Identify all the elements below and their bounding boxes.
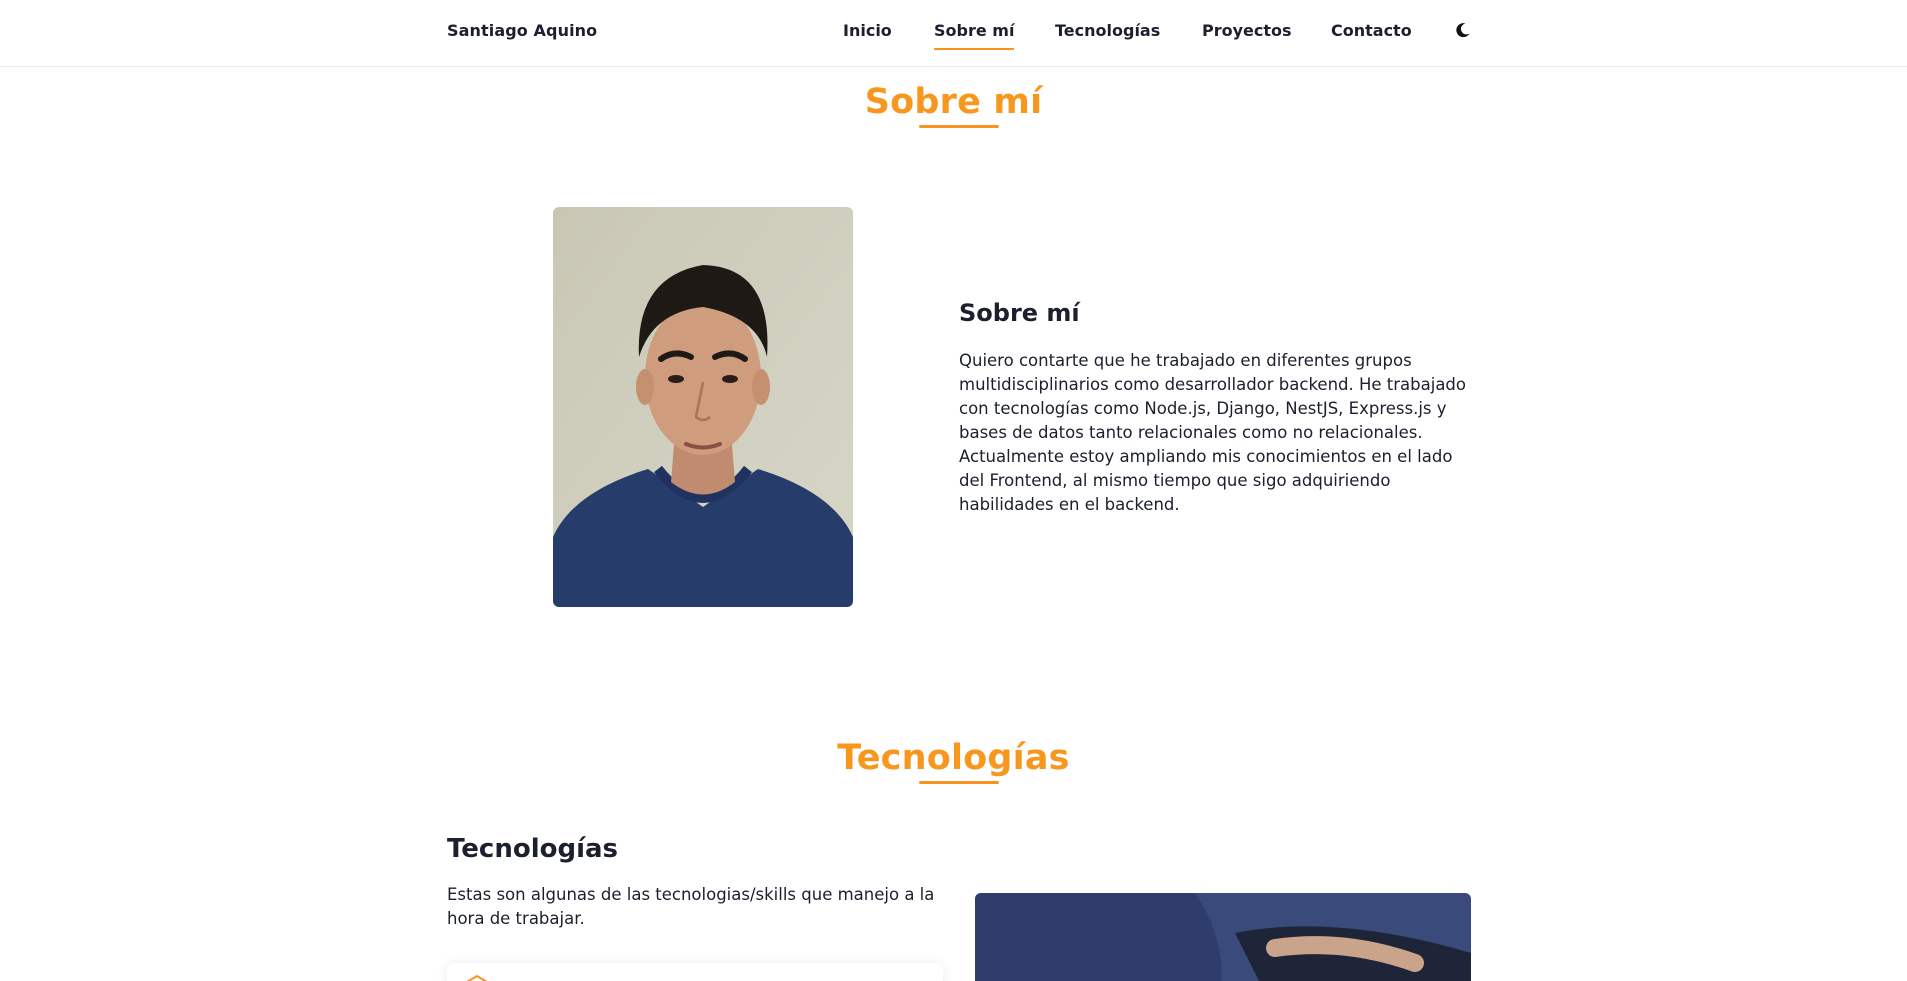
tech-card: [447, 963, 943, 981]
brand-name[interactable]: Santiago Aquino: [447, 21, 597, 40]
tech-description: Estas son algunas de las tecnologias/ski…: [447, 885, 935, 928]
nav-link-proyectos[interactable]: Proyectos: [1202, 21, 1292, 40]
about-title-underline: [919, 125, 999, 128]
tech-image: [975, 893, 1471, 981]
nav-link-contacto[interactable]: Contacto: [1331, 21, 1412, 40]
nav-link-tecnologias[interactable]: Tecnologías: [1055, 21, 1160, 40]
tech-section-title: Tecnologías: [837, 738, 1070, 778]
moon-icon[interactable]: [1454, 21, 1472, 39]
about-heading: Sobre mí: [959, 299, 1080, 327]
nav-link-sobre-mi[interactable]: Sobre mí: [934, 21, 1015, 50]
nav-link-inicio[interactable]: Inicio: [843, 21, 892, 40]
tech-title-underline: [919, 781, 999, 784]
about-description: Quiero contarte que he trabajado en dife…: [959, 351, 1467, 514]
tech-heading: Tecnologías: [447, 834, 619, 864]
hexagon-icon: [465, 973, 489, 981]
navbar: Santiago Aquino Inicio Sobre mí Tecnolog…: [0, 0, 1907, 67]
about-section-title: Sobre mí: [864, 82, 1043, 122]
profile-photo: [553, 207, 853, 607]
